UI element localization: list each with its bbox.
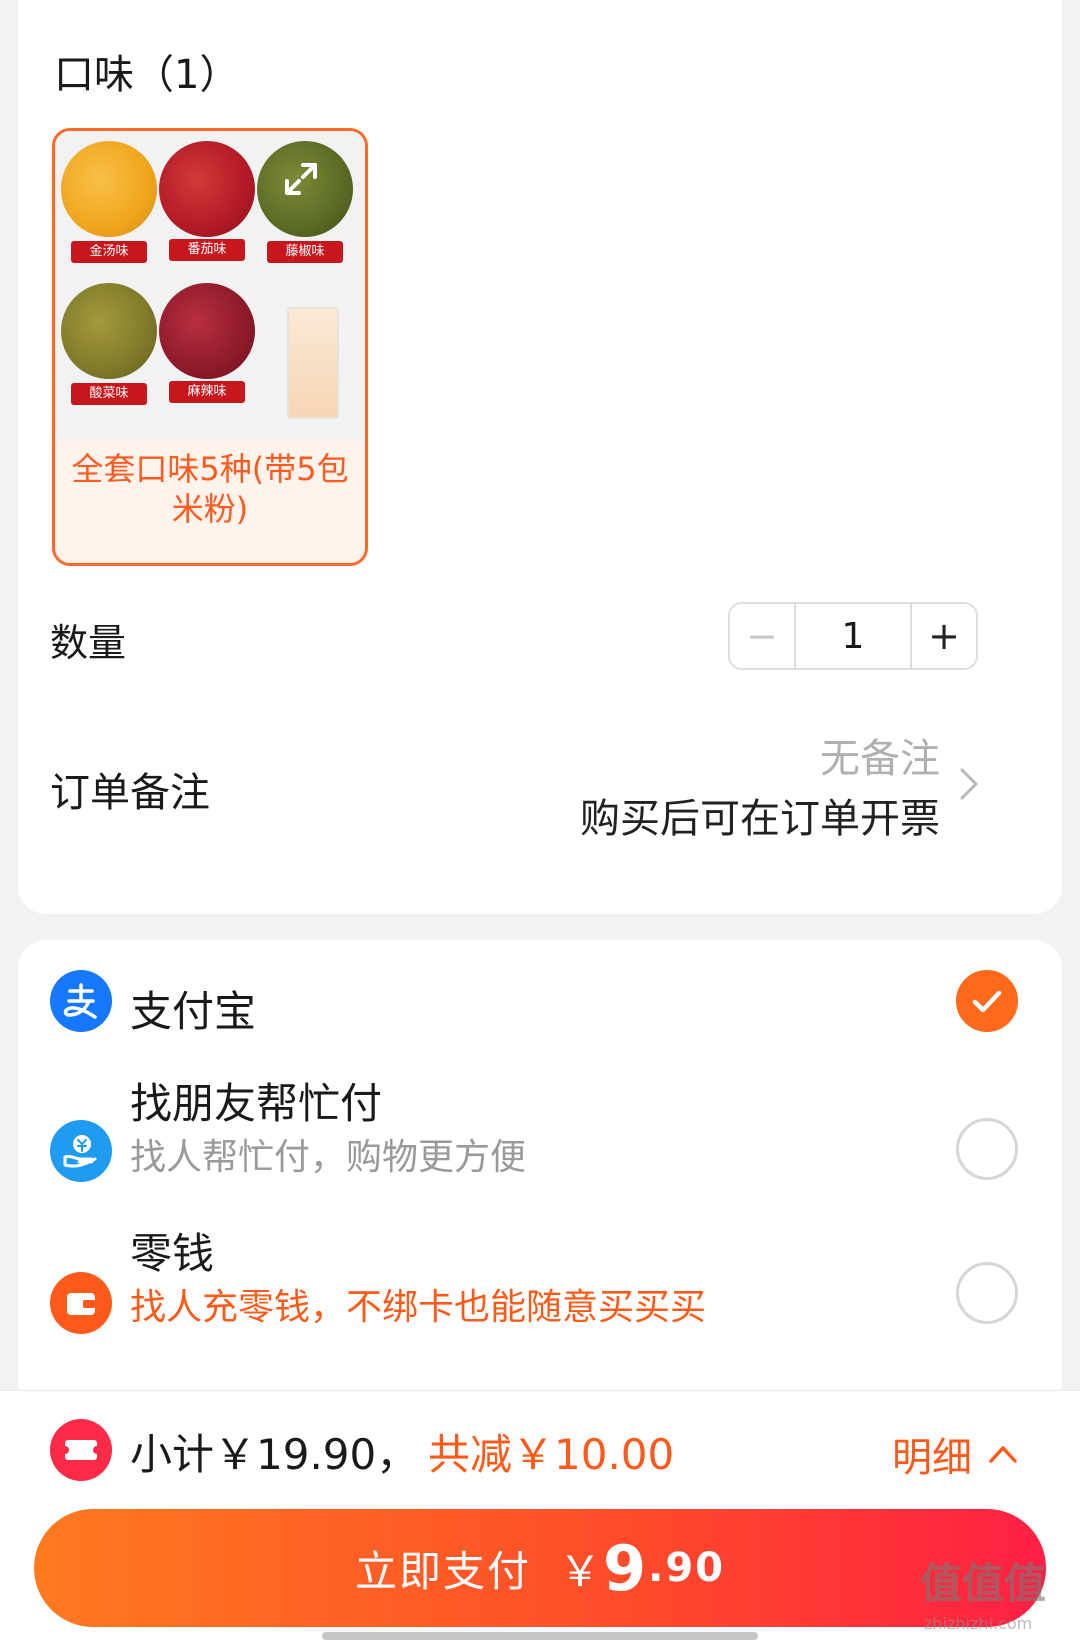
payment-option-wallet[interactable]: 零钱 找人充零钱，不绑卡也能随意买买买 bbox=[18, 1220, 1062, 1380]
friend-pay-title: 找朋友帮忙付 bbox=[130, 1079, 383, 1128]
friend-pay-subtitle: 找人帮忙付，购物更方便 bbox=[130, 1137, 527, 1178]
chevron-right-icon bbox=[960, 768, 978, 800]
site-watermark-url: zhizhizhi.com bbox=[924, 1614, 1033, 1633]
wallet-radio[interactable] bbox=[956, 1262, 1018, 1324]
pay-amount-integer: 9 bbox=[603, 1531, 649, 1605]
wallet-icon bbox=[50, 1272, 112, 1334]
rice-noodle-pack bbox=[287, 307, 339, 419]
pay-now-label: 立即支付 bbox=[354, 1546, 531, 1596]
pay-amount-decimal: .90 bbox=[648, 1545, 726, 1591]
bowl-4 bbox=[61, 283, 157, 379]
quantity-stepper: − 1 + bbox=[728, 602, 978, 670]
alipay-icon bbox=[50, 970, 112, 1032]
invoice-hint: 购买后可在订单开票 bbox=[580, 796, 940, 842]
subtotal-text: 小计￥19.90， bbox=[130, 1430, 419, 1479]
payment-option-alipay[interactable]: 支付宝 bbox=[18, 940, 1062, 1070]
quantity-plus-button[interactable]: + bbox=[912, 604, 976, 668]
flavor-option-image: 金汤味 番茄味 藤椒味 酸菜味 麻辣味 bbox=[55, 131, 365, 441]
flavor-option-label: 全套口味5种(带5包米粉) bbox=[71, 450, 349, 528]
friend-pay-icon bbox=[50, 1120, 112, 1182]
order-note-value: 无备注 bbox=[820, 736, 940, 782]
bowl-1 bbox=[61, 141, 157, 237]
site-watermark: 值值值 bbox=[920, 1559, 1047, 1608]
bowl-tag-1: 金汤味 bbox=[71, 241, 147, 263]
bowl-2 bbox=[159, 141, 255, 237]
quantity-value[interactable]: 1 bbox=[794, 604, 912, 668]
quantity-minus-button[interactable]: − bbox=[730, 604, 794, 668]
check-icon bbox=[972, 990, 1002, 1013]
home-indicator[interactable] bbox=[322, 1632, 758, 1640]
price-detail-toggle[interactable]: 明细 bbox=[892, 1425, 1018, 1483]
flavor-option-card[interactable]: 金汤味 番茄味 藤椒味 酸菜味 麻辣味 全套口味5种(带5包米粉) bbox=[52, 128, 368, 566]
quantity-label: 数量 bbox=[50, 621, 127, 665]
alipay-radio-checked[interactable] bbox=[956, 970, 1018, 1032]
wallet-title: 零钱 bbox=[130, 1229, 215, 1278]
bowl-tag-3: 藤椒味 bbox=[267, 241, 343, 263]
bowl-5 bbox=[159, 283, 255, 379]
discount-text: 共减￥10.00 bbox=[428, 1430, 675, 1479]
bowl-tag-2: 番茄味 bbox=[169, 239, 245, 261]
payment-option-friend-pay[interactable]: 找朋友帮忙付 找人帮忙付，购物更方便 bbox=[18, 1070, 1062, 1220]
expand-icon[interactable] bbox=[281, 159, 321, 199]
order-note-label: 订单备注 bbox=[50, 770, 210, 816]
price-detail-label: 明细 bbox=[892, 1435, 972, 1481]
checkout-bar: 小计￥19.90， 共减￥10.00 明细 立即支付 ￥ 9 .90 bbox=[0, 1390, 1080, 1646]
pay-now-button[interactable]: 立即支付 ￥ 9 .90 bbox=[34, 1509, 1046, 1627]
friend-pay-radio[interactable] bbox=[956, 1118, 1018, 1180]
bowl-tag-5: 麻辣味 bbox=[169, 381, 245, 403]
payment-methods-card: 支付宝 找朋友帮忙付 找人帮忙付，购物更方便 零钱 找人充零钱，不绑卡也能随意买… bbox=[18, 940, 1062, 1410]
pay-currency: ￥ bbox=[559, 1546, 604, 1596]
order-card: 口味（1） 金汤味 番茄味 藤椒味 酸菜味 麻辣味 全套口味5种(带5包米粉) … bbox=[18, 0, 1062, 914]
flavor-title: 口味（1） bbox=[54, 52, 240, 98]
alipay-title: 支付宝 bbox=[130, 987, 257, 1036]
coupon-icon bbox=[50, 1419, 112, 1481]
bowl-tag-4: 酸菜味 bbox=[71, 383, 147, 405]
chevron-up-icon bbox=[989, 1446, 1017, 1463]
wallet-subtitle: 找人充零钱，不绑卡也能随意买买买 bbox=[130, 1287, 707, 1328]
